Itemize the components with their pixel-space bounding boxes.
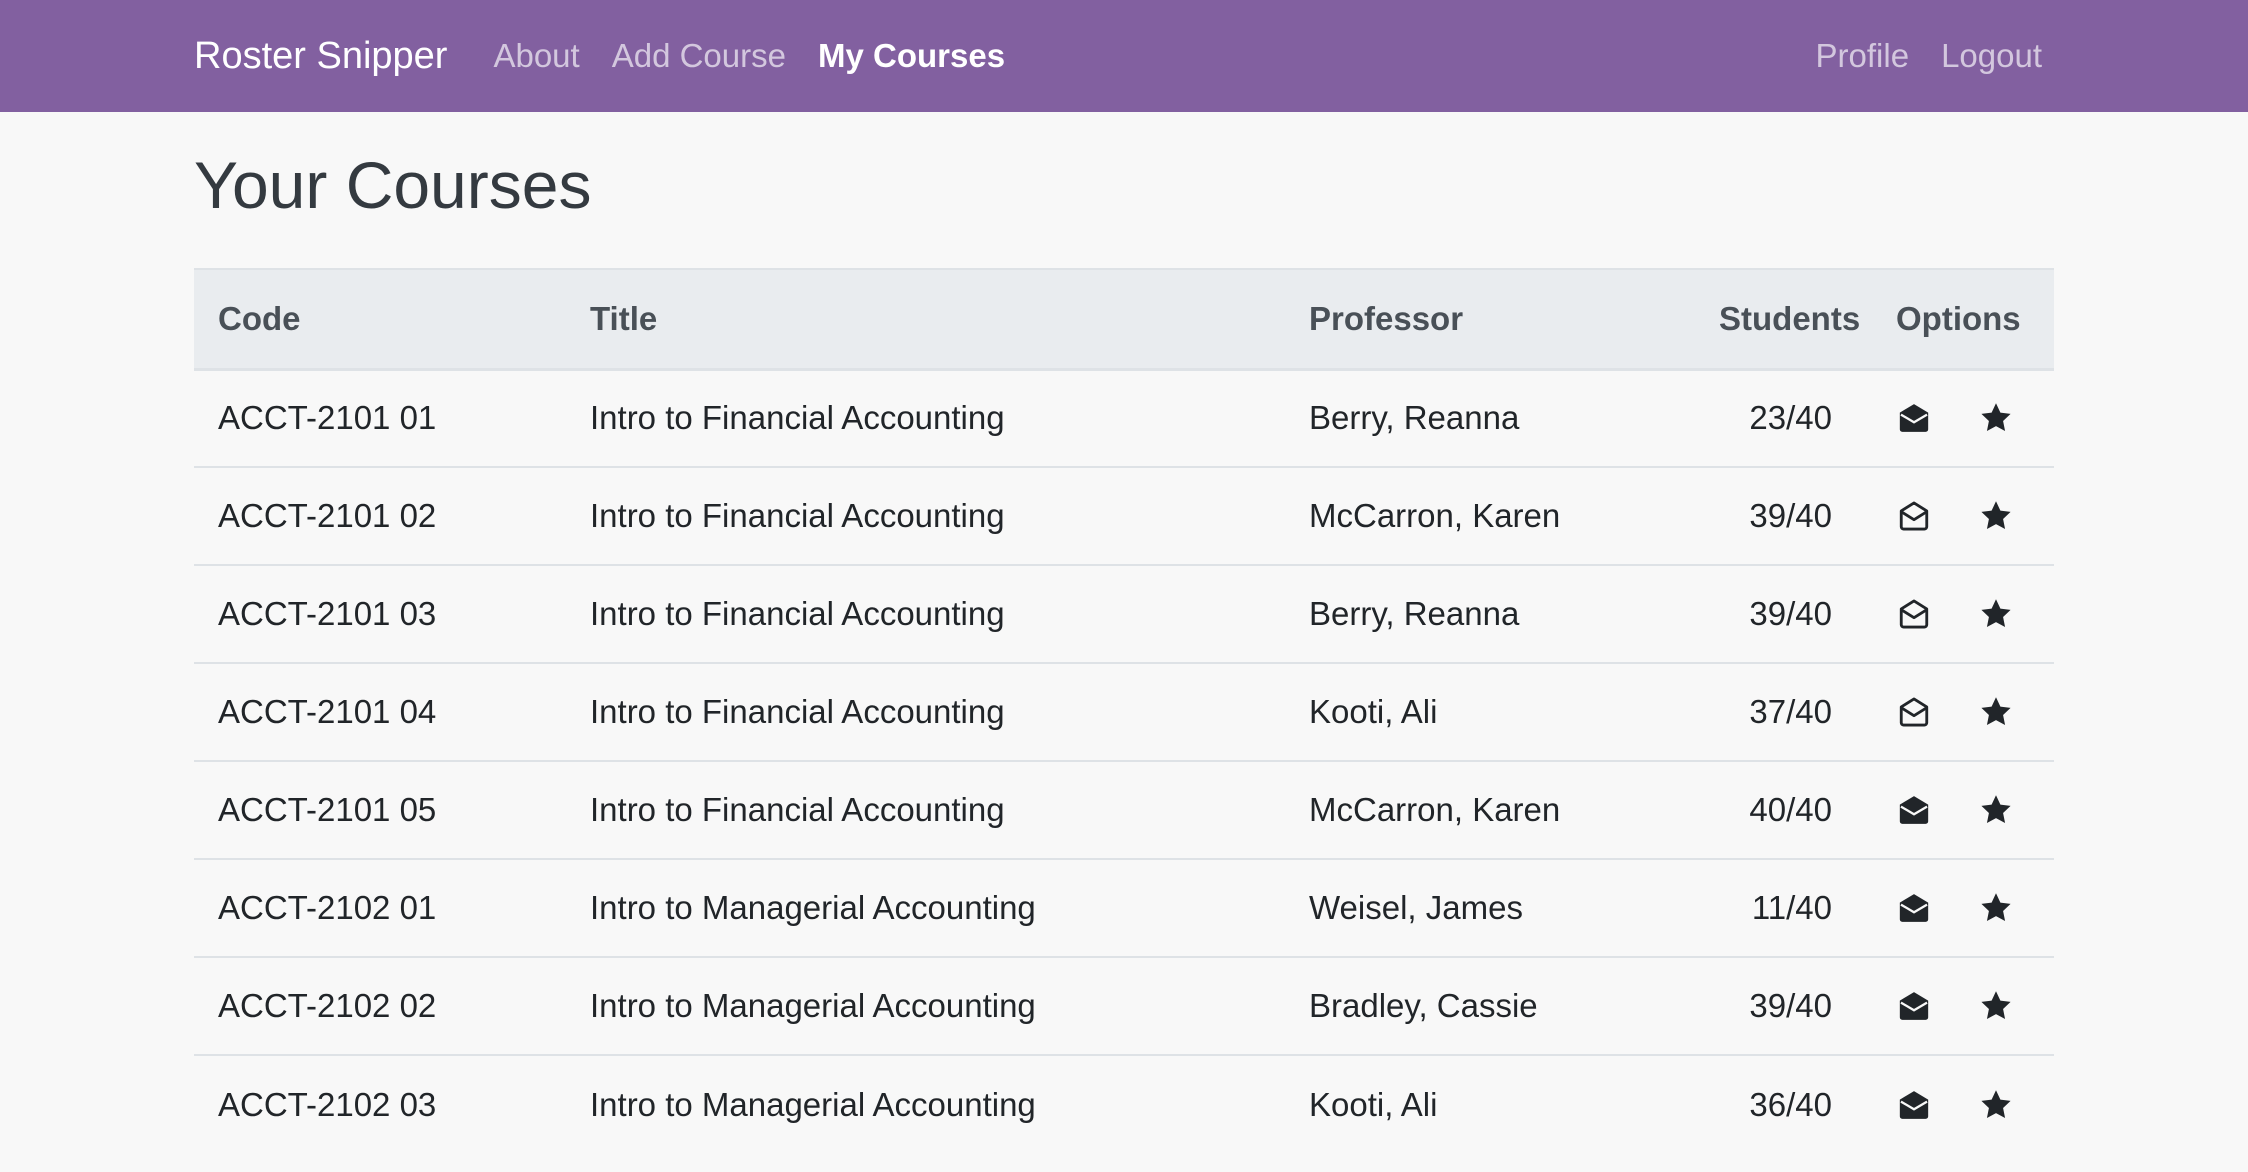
course-code-cell: ACCT-2102 03 (218, 1085, 437, 1123)
course-professor-cell: Kooti, Ali (1285, 663, 1695, 762)
course-title-cell: Intro to Financial Accounting (566, 565, 1285, 664)
course-professor-cell: Berry, Reanna (1285, 369, 1695, 468)
envelope-filled-icon[interactable] (1896, 792, 1932, 828)
main-content: Your Courses Code Title Professor Studen… (0, 144, 2248, 1153)
star-icon[interactable] (1978, 890, 2014, 926)
course-students-cell: 39/40 (1695, 467, 1872, 566)
course-code-cell: ACCT-2101 03 (194, 565, 566, 664)
star-icon[interactable] (1978, 400, 2014, 436)
course-code-cell: ACCT-2101 02 (194, 467, 566, 566)
courses-table: Code Title Professor Students Options AC… (194, 268, 2054, 1153)
course-students-cell: 37/40 (1695, 663, 1872, 762)
course-professor-cell: Bradley, Cassie (1285, 957, 1695, 1056)
course-options-cell (1872, 663, 2054, 762)
envelope-filled-icon[interactable] (1896, 988, 1932, 1024)
course-options-cell (1872, 369, 2054, 468)
table-row: ACCT-2101 04 Intro to Financial Accounti… (194, 663, 2054, 762)
course-options-cell (1872, 467, 2054, 566)
course-professor-cell: Weisel, James (1285, 859, 1695, 958)
course-title-cell: Intro to Managerial Accounting (590, 1085, 1036, 1123)
table-row: ACCT-2101 03 Intro to Financial Accounti… (194, 565, 2054, 664)
course-code-cell: ACCT-2101 05 (194, 761, 566, 860)
course-professor-cell: Berry, Reanna (1285, 565, 1695, 664)
navbar: Roster Snipper About Add Course My Cours… (0, 0, 2248, 112)
course-options-cell (1872, 761, 2054, 860)
star-icon[interactable] (1978, 1087, 2014, 1123)
brand-link[interactable]: Roster Snipper (194, 35, 447, 78)
star-icon[interactable] (1978, 694, 2014, 730)
envelope-open-outline-icon[interactable] (1896, 596, 1932, 632)
course-options-cell (1872, 565, 2054, 664)
course-students-cell: 40/40 (1695, 761, 1872, 860)
course-code-cell: ACCT-2101 01 (194, 369, 566, 468)
course-code-cell: ACCT-2102 02 (194, 957, 566, 1056)
envelope-open-outline-icon[interactable] (1896, 694, 1932, 730)
course-title-cell: Intro to Financial Accounting (566, 467, 1285, 566)
nav-link-my-courses[interactable]: My Courses (818, 37, 1005, 75)
table-row: ACCT-2102 03 Intro to Managerial Account… (194, 1055, 2054, 1153)
table-row: ACCT-2101 02 Intro to Financial Accounti… (194, 467, 2054, 566)
column-header-options: Options (1872, 268, 2054, 371)
course-title-cell: Intro to Financial Accounting (566, 761, 1285, 860)
course-students-cell: 11/40 (1695, 859, 1872, 958)
column-header-students: Students (1695, 268, 1872, 371)
star-icon[interactable] (1978, 498, 2014, 534)
table-row: ACCT-2101 01 Intro to Financial Accounti… (194, 369, 2054, 468)
column-header-code: Code (194, 268, 566, 371)
course-professor-cell: Kooti, Ali (1309, 1085, 1438, 1123)
nav-user-links: Profile Logout (1816, 37, 2054, 75)
envelope-filled-icon[interactable] (1896, 400, 1932, 436)
nav-link-about[interactable]: About (493, 37, 579, 75)
course-students-cell: 23/40 (1695, 369, 1872, 468)
table-row: ACCT-2102 01 Intro to Managerial Account… (194, 859, 2054, 958)
envelope-filled-icon[interactable] (1896, 1087, 1932, 1123)
course-students-cell: 36/40 (1749, 1085, 1832, 1123)
course-title-cell: Intro to Managerial Accounting (566, 859, 1285, 958)
course-professor-cell: McCarron, Karen (1285, 467, 1695, 566)
table-body: ACCT-2101 01 Intro to Financial Accounti… (194, 369, 2054, 1153)
course-title-cell: Intro to Financial Accounting (566, 663, 1285, 762)
course-students-cell: 39/40 (1695, 565, 1872, 664)
table-header: Code Title Professor Students Options (194, 268, 2054, 371)
course-code-cell: ACCT-2101 04 (194, 663, 566, 762)
envelope-open-outline-icon[interactable] (1896, 498, 1932, 534)
course-code-cell: ACCT-2102 01 (194, 859, 566, 958)
page-title: Your Courses (194, 148, 592, 222)
column-header-professor: Professor (1285, 268, 1695, 371)
column-header-title: Title (566, 268, 1285, 371)
course-options-cell (1872, 1055, 2054, 1153)
nav-main-links: About Add Course My Courses (493, 37, 1005, 75)
nav-link-logout[interactable]: Logout (1941, 37, 2042, 75)
course-students-cell: 39/40 (1695, 957, 1872, 1056)
course-options-cell (1872, 957, 2054, 1056)
star-icon[interactable] (1978, 988, 2014, 1024)
star-icon[interactable] (1978, 792, 2014, 828)
table-row: ACCT-2101 05 Intro to Financial Accounti… (194, 761, 2054, 860)
envelope-filled-icon[interactable] (1896, 890, 1932, 926)
course-options-cell (1872, 859, 2054, 958)
course-professor-cell: McCarron, Karen (1285, 761, 1695, 860)
nav-link-profile[interactable]: Profile (1816, 37, 1910, 75)
nav-link-add-course[interactable]: Add Course (612, 37, 786, 75)
course-title-cell: Intro to Financial Accounting (566, 369, 1285, 468)
table-row: ACCT-2102 02 Intro to Managerial Account… (194, 957, 2054, 1056)
course-title-cell: Intro to Managerial Accounting (566, 957, 1285, 1056)
star-icon[interactable] (1978, 596, 2014, 632)
